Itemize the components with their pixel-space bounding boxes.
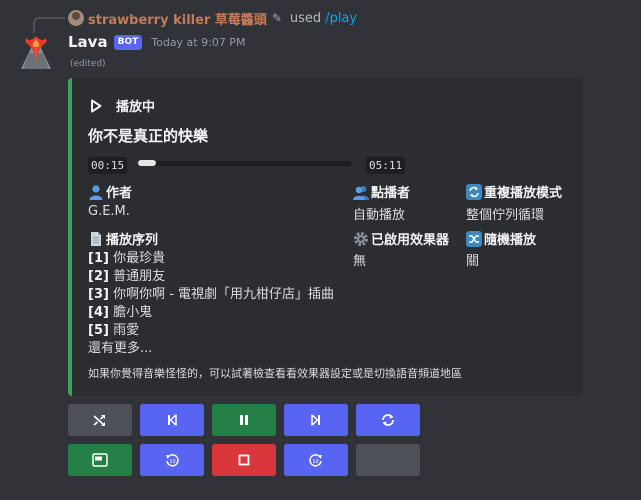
field-artist-name: 作者 — [88, 182, 132, 201]
page-icon — [91, 231, 101, 246]
field-artist-value: G.E.M. — [88, 204, 130, 219]
previous-icon — [168, 414, 177, 426]
stop-icon — [238, 454, 250, 466]
gear-icon — [354, 231, 368, 246]
play-icon — [91, 99, 102, 112]
pencil-icon: ✎ — [271, 11, 282, 25]
queue-item-index: [4] — [88, 305, 109, 320]
field-shuffle-name: 隨機播放 — [466, 229, 536, 248]
queue-item-title: 普通朋友 — [113, 269, 166, 284]
time-total: 05:11 — [366, 157, 406, 174]
embed-author-text: 播放中 — [116, 100, 156, 115]
edited-label: (edited) — [70, 59, 106, 69]
pause-icon — [240, 415, 248, 425]
field-requester-value: 自動播放 — [353, 208, 406, 223]
message-header: Lava BOT Today at 9:07 PM — [68, 32, 245, 52]
embed-footer: 如果你覺得音樂怪怪的，可以試著檢查看看效果器設定或是切換語音頻道地區 — [88, 367, 462, 380]
rewind-icon: 10 — [166, 454, 179, 467]
queue-item-title: 你啊你啊 - 電視劇「用九柑仔店」插曲 — [113, 287, 335, 302]
queue-item: [1] 你最珍貴 — [88, 250, 334, 268]
field-shuffle-value: 關 — [466, 254, 480, 269]
bot-avatar[interactable] — [16, 33, 56, 73]
message-timestamp[interactable]: Today at 9:07 PM — [151, 36, 245, 49]
svg-text:10: 10 — [169, 459, 175, 465]
forward-button[interactable]: 10 — [284, 444, 348, 476]
song-title: 你不是真正的快樂 — [88, 127, 209, 145]
embed-author: 播放中 — [90, 96, 155, 115]
rewind-button[interactable]: 10 — [140, 444, 204, 476]
volcano-icon — [21, 36, 51, 69]
blank-button[interactable] — [356, 444, 420, 476]
queue-list: [1] 你最珍貴 [2] 普通朋友 [3] 你啊你啊 - 電視劇「用九柑仔店」插曲[… — [88, 250, 334, 358]
bust-icon — [89, 184, 103, 200]
shuffle-icon — [466, 230, 482, 247]
reply-connector — [33, 17, 65, 33]
bot-tag: BOT — [113, 34, 143, 50]
progress-track — [138, 161, 352, 166]
queue-item-title: 膽小鬼 — [113, 305, 153, 320]
previous-button[interactable] — [140, 404, 204, 436]
pause-button[interactable] — [212, 404, 276, 436]
queue-item-title: 雨愛 — [113, 323, 140, 338]
queue-item-title: 你最珍貴 — [113, 251, 166, 266]
queue-item-index: [3] — [88, 287, 109, 302]
next-icon — [311, 414, 320, 426]
autoplay-icon — [92, 453, 108, 467]
now-playing-embed: 播放中 你不是真正的快樂 00:15 05:11 作者 G.E.M. 點播者 自… — [68, 78, 583, 396]
time-current: 00:15 — [88, 157, 128, 174]
queue-item-index: [5] — [88, 323, 109, 338]
repeat-icon — [382, 414, 394, 426]
next-button[interactable] — [284, 404, 348, 436]
reply-username[interactable]: strawberry killer 草莓醬頭 — [88, 9, 267, 28]
svg-text:10: 10 — [312, 459, 318, 465]
queue-item-index: [1] — [88, 251, 109, 266]
shuffle-button[interactable] — [68, 404, 132, 436]
field-queue-name: 播放序列 — [88, 229, 158, 248]
repeat-icon — [466, 183, 482, 200]
stop-button[interactable] — [212, 444, 276, 476]
queue-item: [5] 雨愛 — [88, 322, 334, 340]
busts-icon — [353, 185, 369, 200]
queue-item-index: [2] — [88, 269, 109, 284]
queue-more: 還有更多... — [88, 341, 153, 356]
reply-avatar[interactable] — [68, 10, 84, 26]
forward-icon: 10 — [309, 454, 322, 467]
reply-used-text: used — [289, 10, 322, 26]
autoplay-button[interactable] — [68, 444, 132, 476]
shuffle-icon — [93, 415, 105, 426]
field-filters-value: 無 — [353, 254, 367, 269]
progress-fill — [138, 160, 156, 166]
field-requester-name: 點播者 — [353, 182, 410, 201]
reply-preview[interactable]: strawberry killer 草莓醬頭 ✎ used /play — [68, 9, 357, 28]
repeat-button[interactable] — [356, 404, 420, 436]
bot-username[interactable]: Lava — [68, 33, 108, 51]
reply-command[interactable]: /play — [325, 11, 357, 26]
field-filters-name: 已啟用效果器 — [353, 229, 449, 248]
field-repeat-value: 整個佇列循環 — [466, 208, 545, 223]
field-repeat-name: 重複播放模式 — [466, 182, 562, 201]
queue-item: [4] 膽小鬼 — [88, 304, 334, 322]
queue-item: [2] 普通朋友 — [88, 268, 334, 286]
queue-item: [3] 你啊你啊 - 電視劇「用九柑仔店」插曲 — [88, 286, 334, 304]
